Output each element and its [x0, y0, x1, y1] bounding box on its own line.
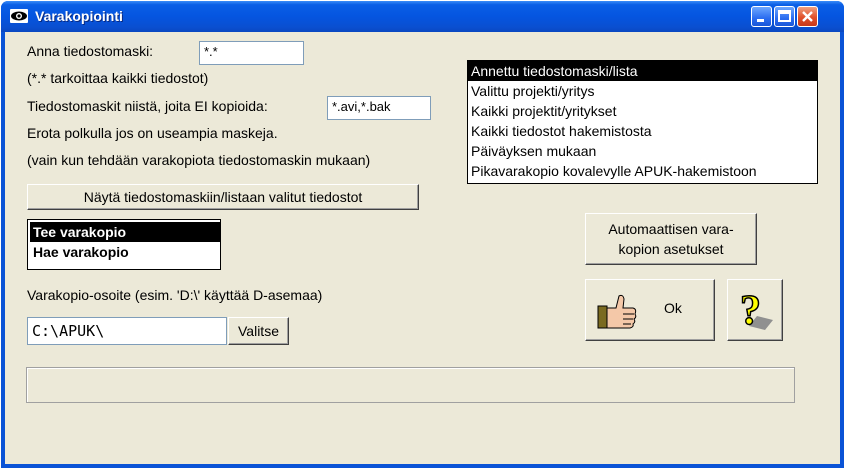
ok-button[interactable]: Ok	[585, 279, 715, 341]
minimize-icon	[757, 19, 764, 22]
list-item[interactable]: Hae varakopio	[30, 242, 220, 262]
list-item[interactable]: Päiväyksen mukaan	[468, 141, 817, 161]
title-bar[interactable]: Varakopiointi	[1, 1, 844, 32]
auto-settings-line2: kopion asetukset	[618, 241, 724, 257]
auto-settings-line1: Automaattisen vara-	[608, 221, 734, 237]
minimize-button[interactable]	[751, 6, 772, 27]
close-icon	[802, 11, 813, 22]
show-files-button[interactable]: Näytä tiedostomaskiin/listaan valitut ti…	[27, 184, 419, 210]
list-item[interactable]: Kaikki tiedostot hakemistosta	[468, 121, 817, 141]
progress-bar	[26, 367, 795, 403]
auto-backup-settings-button[interactable]: Automaattisen vara- kopion asetukset	[585, 213, 757, 265]
mask-only-hint: (vain kun tehdään varakopiota tiedostoma…	[27, 152, 371, 168]
question-mark-icon: ?	[739, 287, 773, 334]
list-item[interactable]: Annettu tiedostomaski/lista	[468, 61, 817, 81]
mask-input[interactable]: *.*	[199, 41, 304, 65]
thumbs-up-icon	[597, 294, 637, 329]
mode-list[interactable]: Tee varakopio Hae varakopio	[27, 219, 221, 270]
maximize-icon	[778, 10, 791, 22]
maximize-button[interactable]	[774, 6, 795, 27]
list-item[interactable]: Tee varakopio	[30, 222, 220, 242]
help-button[interactable]: ?	[727, 279, 783, 341]
svg-text:?: ?	[740, 288, 761, 334]
list-item[interactable]: Kaikki projektit/yritykset	[468, 101, 817, 121]
backup-path-input[interactable]: C:\APUK\	[27, 317, 227, 345]
dialog-body: Anna tiedostomaski: *.* (*.* tarkoittaa …	[5, 32, 840, 464]
source-list[interactable]: Annettu tiedostomaski/lista Valittu proje…	[467, 60, 818, 184]
path-label: Varakopio-osoite (esim. 'D:\' käyttää D-…	[27, 287, 323, 303]
list-item[interactable]: Valittu projekti/yritys	[468, 81, 817, 101]
mask-hint: (*.* tarkoittaa kaikki tiedostot)	[27, 70, 209, 86]
exclude-mask-input[interactable]: *.avi,*.bak	[327, 96, 431, 120]
window-title: Varakopiointi	[35, 8, 123, 24]
exclude-mask-label: Tiedostomaskit niistä, joita EI kopioida…	[27, 98, 268, 114]
eye-icon	[10, 9, 28, 23]
mask-label: Anna tiedostomaski:	[27, 43, 154, 59]
list-item[interactable]: Pikavarakopio kovalevylle APUK-hakemisto…	[468, 161, 817, 181]
separator-hint: Erota polkulla jos on useampia maskeja.	[27, 125, 278, 141]
close-button[interactable]	[797, 6, 818, 27]
browse-button[interactable]: Valitse	[228, 317, 289, 345]
ok-label: Ok	[664, 300, 682, 316]
application-window: Varakopiointi Anna tiedostomaski: *.* (*…	[1, 1, 844, 468]
